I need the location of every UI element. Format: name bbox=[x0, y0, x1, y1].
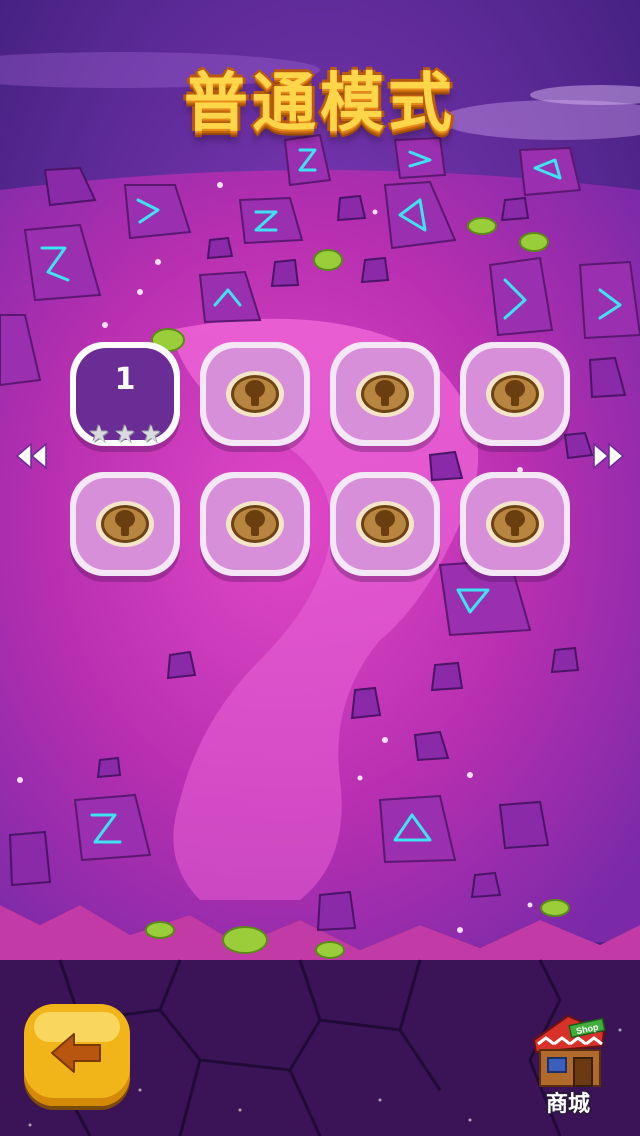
prev-page-button[interactable] bbox=[14, 441, 48, 471]
back-arrow-icon bbox=[51, 1033, 101, 1073]
level-button-6-locked[interactable] bbox=[200, 472, 310, 576]
level-button-1[interactable]: 1 ★ ★ ★ bbox=[70, 342, 180, 446]
page-title: 普通模式 bbox=[184, 67, 456, 141]
shop-label: 商城 bbox=[545, 1092, 590, 1117]
star-rating: ★ ★ ★ bbox=[84, 422, 166, 450]
level-button-7-locked[interactable] bbox=[330, 472, 440, 576]
shop-house-icon: Shop bbox=[532, 1014, 606, 1087]
back-button[interactable] bbox=[24, 1004, 130, 1106]
keyhole-lock-icon bbox=[361, 505, 409, 543]
next-page-button[interactable] bbox=[592, 441, 626, 471]
shop-button[interactable]: Shop 商城 bbox=[520, 1010, 616, 1120]
keyhole-lock-icon bbox=[361, 375, 409, 413]
star-icon: ★ bbox=[140, 420, 162, 448]
double-chevron-right-icon bbox=[593, 442, 625, 470]
keyhole-lock-icon bbox=[491, 375, 539, 413]
keyhole-lock-icon bbox=[491, 505, 539, 543]
level-button-4-locked[interactable] bbox=[460, 342, 570, 446]
level-button-8-locked[interactable] bbox=[460, 472, 570, 576]
level-button-3-locked[interactable] bbox=[330, 342, 440, 446]
star-icon: ★ bbox=[114, 420, 136, 448]
level-button-5-locked[interactable] bbox=[70, 472, 180, 576]
double-chevron-left-icon bbox=[15, 442, 47, 470]
keyhole-lock-icon bbox=[231, 375, 279, 413]
level-button-2-locked[interactable] bbox=[200, 342, 310, 446]
keyhole-lock-icon bbox=[101, 505, 149, 543]
level-number: 1 bbox=[114, 362, 136, 397]
keyhole-lock-icon bbox=[231, 505, 279, 543]
star-icon: ★ bbox=[88, 420, 110, 448]
